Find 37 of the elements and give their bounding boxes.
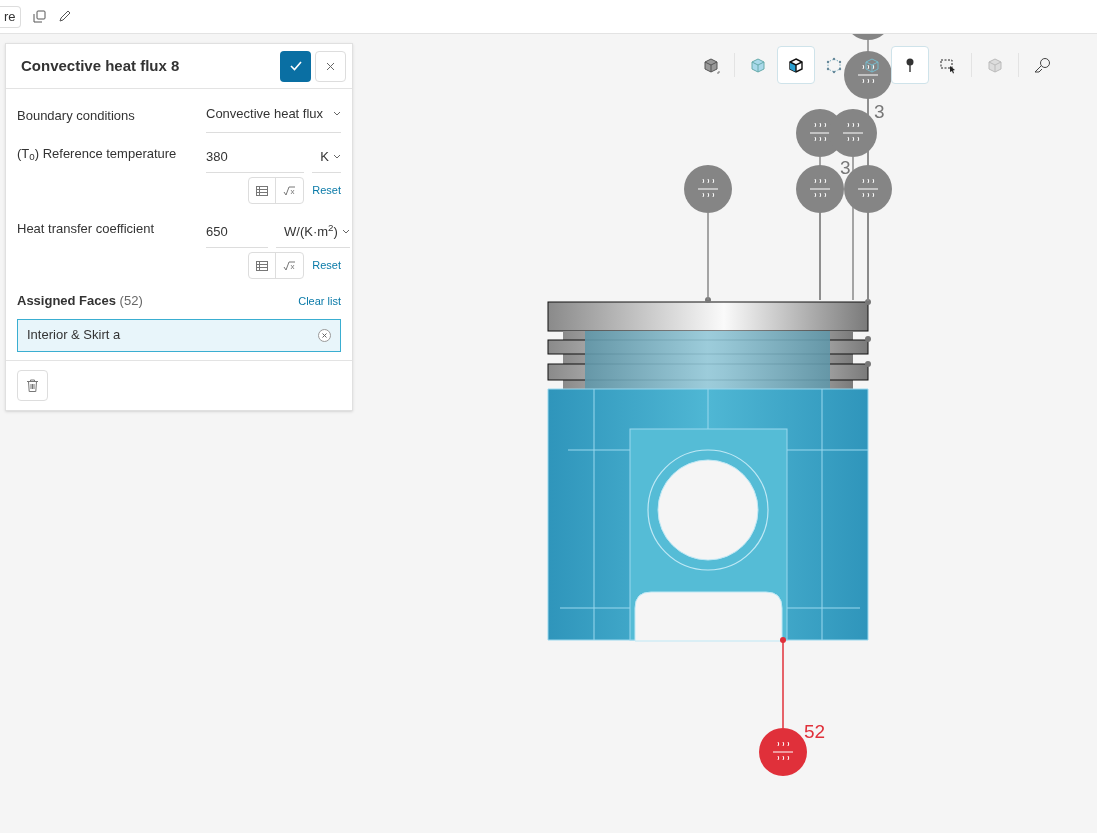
toolbar-button[interactable]: re	[0, 5, 21, 28]
delete-button[interactable]	[17, 369, 48, 401]
field-label: Heat transfer coefficient	[17, 220, 155, 238]
heat-flux-marker[interactable]	[852, 34, 884, 40]
unit-dropdown[interactable]: W/(K·m$^{2}$)	[276, 208, 350, 248]
close-icon	[326, 61, 335, 71]
unit-dropdown[interactable]: K	[312, 133, 341, 173]
field-label: Boundary conditions	[17, 107, 135, 125]
reset-link[interactable]: Reset	[312, 182, 341, 199]
copy-icon[interactable]	[32, 10, 46, 23]
heat-flux-marker[interactable]	[759, 728, 807, 776]
boundary-condition-dropdown[interactable]: Convective heat flux	[206, 95, 341, 133]
heat-flux-marker[interactable]	[829, 109, 877, 157]
value-input[interactable]: 650	[206, 208, 268, 248]
panel-title: Convective heat flux 8	[21, 55, 180, 76]
confirm-button[interactable]	[280, 50, 311, 82]
caret-icon	[333, 111, 341, 116]
caret-icon	[341, 229, 350, 234]
assigned-face-item[interactable]: Interior & Skirt a	[17, 318, 341, 352]
check-icon	[289, 61, 302, 71]
face-name: Interior & Skirt a	[27, 326, 121, 345]
remove-icon[interactable]	[318, 328, 331, 342]
cube-edges-icon[interactable]	[777, 46, 815, 84]
pin-icon[interactable]	[891, 46, 929, 84]
value-input[interactable]: 380	[206, 133, 305, 173]
caret-icon	[333, 154, 341, 159]
field-label: (T$_{0}$) Reference temperature	[17, 145, 177, 165]
pencil-icon[interactable]	[57, 10, 71, 23]
face-count-label: 3	[874, 101, 885, 122]
reset-link[interactable]: Reset	[312, 257, 341, 274]
heat-flux-marker[interactable]	[844, 51, 892, 99]
heat-flux-marker[interactable]	[684, 165, 732, 213]
clear-list-link[interactable]: Clear list	[298, 292, 341, 309]
assigned-faces-heading: Assigned Faces (52)	[17, 292, 143, 310]
trash-icon	[27, 378, 38, 392]
face-count-label: 3	[840, 157, 851, 178]
face-count-label: 52	[804, 721, 826, 742]
